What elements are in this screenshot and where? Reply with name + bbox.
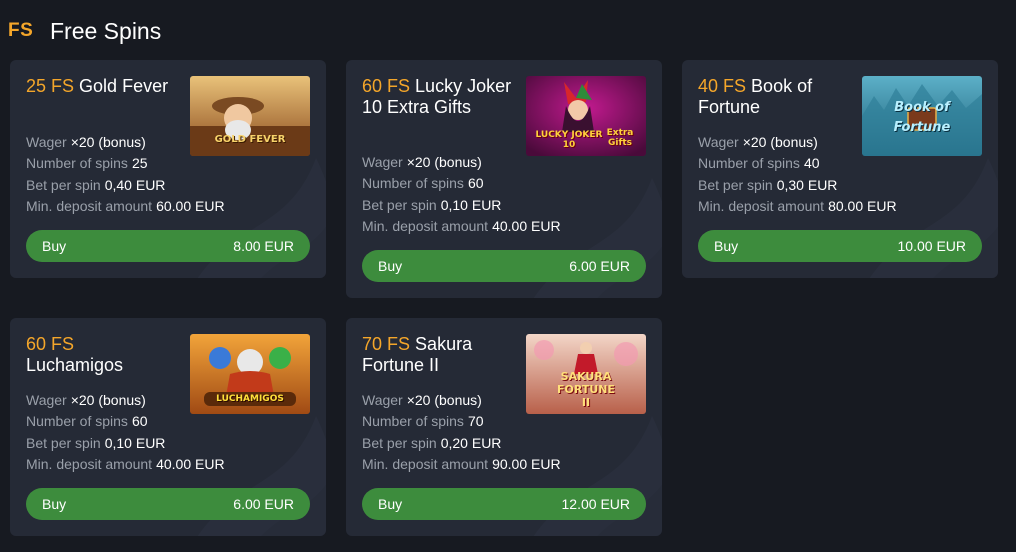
thumbnail-subcaption: Extra Gifts	[606, 128, 634, 148]
buy-button[interactable]: Buy 8.00 EUR	[26, 230, 310, 262]
buy-price: 8.00 EUR	[233, 238, 294, 254]
buy-button[interactable]: Buy 12.00 EUR	[362, 488, 646, 520]
buy-button[interactable]: Buy 10.00 EUR	[698, 230, 982, 262]
thumbnail-caption: LUCKY JOKER 10	[535, 130, 603, 150]
free-spins-logo-icon: FS	[8, 20, 34, 41]
buy-price: 6.00 EUR	[569, 258, 630, 274]
offer-card-sakura-fortune-ii: 70 FS Sakura Fortune II SAKURA FORTUNE I…	[346, 318, 662, 536]
offer-title: 60 FS Lucky Joker 10 Extra Gifts	[362, 76, 512, 117]
offer-card-luchamigos: 60 FS Luchamigos LUCHAMIGOS Wager ×20 (bon…	[10, 318, 326, 536]
offer-card-lucky-joker: 60 FS Lucky Joker 10 Extra Gifts LUCKY J…	[346, 60, 662, 298]
buy-button-label: Buy	[378, 496, 403, 512]
offer-details: Wager ×20 (bonus) Number of spins 40 Bet p…	[698, 134, 897, 214]
offer-card-gold-fever: 25 FS Gold Fever GOLD FEVER Wager ×20 (bo…	[10, 60, 326, 278]
game-thumbnail-lucky-joker[interactable]: LUCKY JOKER 10 Extra Gifts	[526, 76, 646, 156]
buy-button-label: Buy	[42, 238, 67, 254]
offer-title: 60 FS Luchamigos	[26, 334, 124, 375]
offer-title: 40 FS Book of Fortune	[698, 76, 813, 117]
buy-button-label: Buy	[42, 496, 67, 512]
buy-price: 10.00 EUR	[897, 238, 966, 254]
page-header: FS Free Spins	[8, 14, 161, 48]
buy-price: 6.00 EUR	[233, 496, 294, 512]
offer-details: Wager ×20 (bonus) Number of spins 60 Bet p…	[362, 154, 561, 234]
buy-button-label: Buy	[714, 238, 739, 254]
offer-title: 25 FS Gold Fever	[26, 76, 169, 96]
offer-details: Wager ×20 (bonus) Number of spins 60 Bet p…	[26, 392, 225, 472]
buy-price: 12.00 EUR	[561, 496, 630, 512]
offer-title: 70 FS Sakura Fortune II	[362, 334, 473, 375]
buy-button[interactable]: Buy 6.00 EUR	[26, 488, 310, 520]
offer-details: Wager ×20 (bonus) Number of spins 70 Bet p…	[362, 392, 561, 472]
page-title: Free Spins	[50, 17, 162, 44]
buy-button[interactable]: Buy 6.00 EUR	[362, 250, 646, 282]
buy-button-label: Buy	[378, 258, 403, 274]
offer-card-book-of-fortune: 40 FS Book of Fortune Book of Fortune Wa…	[682, 60, 998, 278]
offer-details: Wager ×20 (bonus) Number of spins 25 Bet p…	[26, 134, 225, 214]
